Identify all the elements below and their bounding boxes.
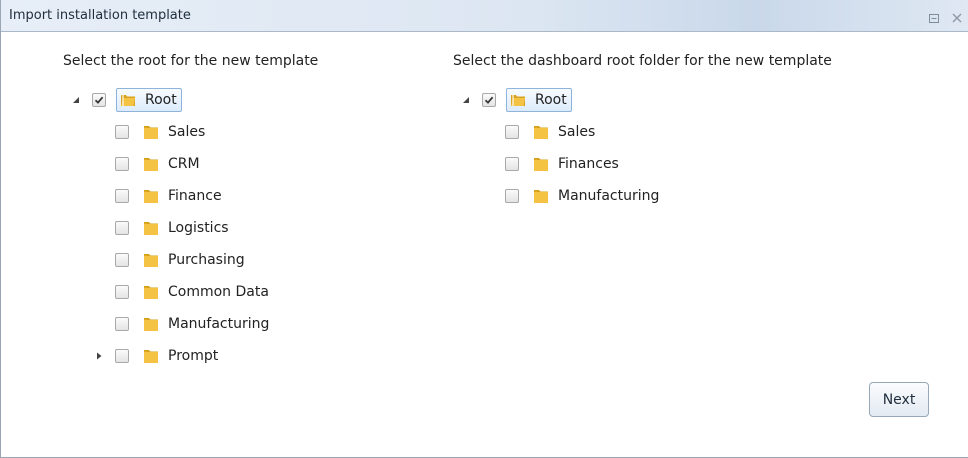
folder-icon bbox=[143, 252, 168, 268]
tree-checkbox[interactable] bbox=[505, 125, 519, 139]
tree-checkbox[interactable] bbox=[505, 157, 519, 171]
tree-item-label: Sales bbox=[558, 124, 596, 140]
tree-item-manufacturing[interactable]: Manufacturing bbox=[95, 312, 274, 336]
tree-checkbox[interactable] bbox=[115, 125, 129, 139]
next-button[interactable]: Next bbox=[869, 382, 929, 417]
folder-icon bbox=[533, 156, 558, 172]
folder-icon bbox=[143, 156, 168, 172]
tree-checkbox[interactable] bbox=[115, 317, 129, 331]
dialog-title: Import installation template bbox=[9, 8, 191, 23]
expanded-arrow-icon[interactable] bbox=[72, 96, 80, 104]
folder-icon bbox=[143, 348, 168, 364]
tree-item-header[interactable]: Root bbox=[116, 88, 182, 112]
tree-item-label: Manufacturing bbox=[558, 188, 660, 204]
tree-item-header[interactable]: Finances bbox=[529, 152, 624, 176]
tree-item-label: Manufacturing bbox=[168, 316, 270, 332]
tree-item-header[interactable]: Logistics bbox=[139, 216, 234, 240]
tree-item-header[interactable]: CRM bbox=[139, 152, 205, 176]
tree-item-label: Common Data bbox=[168, 284, 269, 300]
import-template-dialog: Import installation template Select the … bbox=[0, 0, 968, 458]
tree-checkbox[interactable] bbox=[115, 221, 129, 235]
tree-item-header[interactable]: Prompt bbox=[139, 344, 223, 368]
tree-item-header[interactable]: Purchasing bbox=[139, 248, 250, 272]
right-panel-heading: Select the dashboard root folder for the… bbox=[453, 53, 832, 69]
tree-item-root[interactable]: Root bbox=[462, 88, 572, 112]
tree-checkbox[interactable] bbox=[115, 253, 129, 267]
tree-item-header[interactable]: Sales bbox=[139, 120, 210, 144]
expand-arrow-icon[interactable] bbox=[95, 352, 103, 360]
tree-item-label: Root bbox=[535, 92, 567, 108]
tree-item-label: Prompt bbox=[168, 348, 219, 364]
tree-item-finance[interactable]: Finance bbox=[95, 184, 227, 208]
folder-icon bbox=[143, 316, 168, 332]
folder-icon bbox=[143, 188, 168, 204]
tree-item-header[interactable]: Common Data bbox=[139, 280, 274, 304]
tree-item-manufacturing[interactable]: Manufacturing bbox=[485, 184, 664, 208]
folder-icon bbox=[533, 124, 558, 140]
tree-item-header[interactable]: Finance bbox=[139, 184, 227, 208]
tree-item-header[interactable]: Manufacturing bbox=[139, 312, 274, 336]
tree-item-header[interactable]: Manufacturing bbox=[529, 184, 664, 208]
tree-checkbox[interactable] bbox=[92, 93, 106, 107]
restore-icon[interactable] bbox=[929, 11, 939, 23]
tree-item-header[interactable]: Sales bbox=[529, 120, 600, 144]
tree-item-label: Sales bbox=[168, 124, 206, 140]
tree-item-logistics[interactable]: Logistics bbox=[95, 216, 234, 240]
tree-item-label: Purchasing bbox=[168, 252, 245, 268]
tree-checkbox[interactable] bbox=[115, 157, 129, 171]
folder-icon bbox=[143, 220, 168, 236]
tree-item-root[interactable]: Root bbox=[72, 88, 182, 112]
folder-icon bbox=[143, 124, 168, 140]
tree-item-crm[interactable]: CRM bbox=[95, 152, 205, 176]
folder-icon bbox=[533, 188, 558, 204]
title-bar[interactable]: Import installation template bbox=[1, 0, 968, 32]
tree-item-label: Finances bbox=[558, 156, 619, 172]
tree-checkbox[interactable] bbox=[115, 349, 129, 363]
tree-item-label: Logistics bbox=[168, 220, 229, 236]
tree-item-label: Finance bbox=[168, 188, 222, 204]
tree-checkbox[interactable] bbox=[482, 93, 496, 107]
tree-item-header[interactable]: Root bbox=[506, 88, 572, 112]
expanded-arrow-icon[interactable] bbox=[462, 96, 470, 104]
tree-item-sales[interactable]: Sales bbox=[485, 120, 600, 144]
open-folder-icon bbox=[120, 92, 145, 108]
left-panel-heading: Select the root for the new template bbox=[63, 53, 319, 69]
folder-icon bbox=[143, 284, 168, 300]
close-icon[interactable] bbox=[951, 11, 963, 23]
tree-item-finances[interactable]: Finances bbox=[485, 152, 624, 176]
tree-item-label: CRM bbox=[168, 156, 200, 172]
tree-checkbox[interactable] bbox=[115, 285, 129, 299]
open-folder-icon bbox=[510, 92, 535, 108]
tree-item-common-data[interactable]: Common Data bbox=[95, 280, 274, 304]
tree-item-label: Root bbox=[145, 92, 177, 108]
tree-item-sales[interactable]: Sales bbox=[95, 120, 210, 144]
tree-item-prompt[interactable]: Prompt bbox=[95, 344, 223, 368]
tree-checkbox[interactable] bbox=[505, 189, 519, 203]
tree-item-purchasing[interactable]: Purchasing bbox=[95, 248, 250, 272]
tree-checkbox[interactable] bbox=[115, 189, 129, 203]
